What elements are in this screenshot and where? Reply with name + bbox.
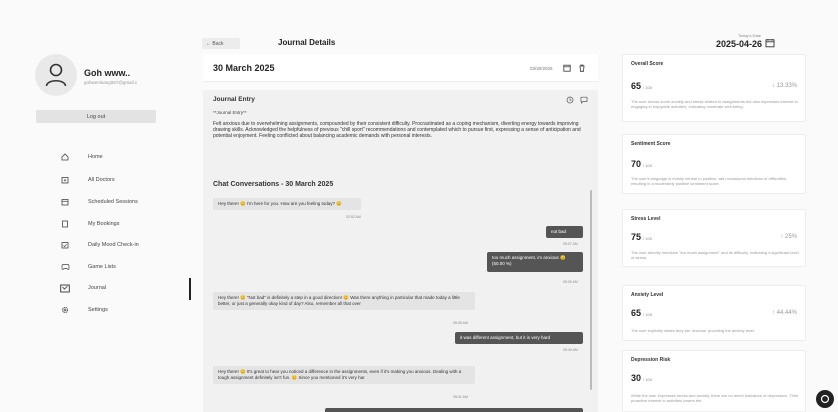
calendar-icon: [765, 39, 775, 48]
chat-message-user: not bad: [546, 226, 583, 238]
chat-title: Chat Conversations - 30 March 2025: [213, 181, 334, 188]
sidebar-item-label: Journal: [88, 285, 107, 291]
history-icon[interactable]: [566, 96, 574, 104]
trash-icon[interactable]: [578, 64, 586, 72]
back-button[interactable]: ← Back: [202, 38, 240, 49]
doctors-icon: [60, 175, 70, 185]
message-time: 05:07 AM: [563, 242, 578, 246]
message-time: 05:39 AM: [453, 321, 468, 325]
user-email: gohwemkang067@gmail.c: [84, 80, 138, 85]
chat-support-button[interactable]: [816, 390, 834, 408]
sidebar-item-all-doctors[interactable]: All Doctors: [60, 173, 180, 187]
bookings-icon: [60, 219, 70, 229]
chat-conversations-card: Chat Conversations - 30 March 2025 Hey t…: [203, 174, 598, 412]
score-title: Stress Level: [631, 216, 661, 222]
gear-icon: [60, 305, 70, 315]
score-description: The user directly mentions "too much ass…: [631, 250, 799, 260]
comment-icon[interactable]: [580, 96, 588, 104]
score-value: 70/ 100: [631, 159, 652, 169]
depression-risk-card: Depression Risk 30/ 100 While the user e…: [622, 350, 806, 412]
score-description: The user shows some anxiety and stress r…: [631, 99, 798, 109]
score-description: The user's language is mostly neutral to…: [631, 176, 788, 186]
score-title: Anxiety Level: [631, 292, 664, 298]
score-change: ↑ 25%: [780, 234, 797, 240]
chat-scrollbar[interactable]: [590, 190, 592, 390]
chat-message-user: [325, 408, 583, 412]
stress-level-card: Stress Level 75/ 100 ↑ 25% The user dire…: [622, 209, 806, 267]
message-time: 05:40 AM: [563, 348, 578, 352]
overall-score-card: Overall Score 65/ 100 ↓ 13.33% The user …: [622, 54, 806, 122]
sidebar-item-daily-mood-check-in[interactable]: Daily Mood Check-in: [60, 238, 180, 252]
sidebar-item-label: Daily Mood Check-in: [88, 242, 139, 248]
sidebar-item-label: Game Lists: [88, 264, 116, 270]
score-title: Depression Risk: [631, 357, 671, 363]
anxiety-level-card: Anxiety Level 65/ 100 ↑ 44.44% The user …: [622, 285, 806, 341]
today-date-label: Today's Date: [738, 33, 761, 38]
calendar-button[interactable]: [764, 36, 776, 48]
score-title: Sentiment Score: [631, 141, 671, 147]
main-content: 30 March 2025 03/30/2025 Journal Entry *…: [203, 54, 598, 412]
sidebar-item-settings[interactable]: Settings: [60, 303, 180, 317]
chat-message-user: it was different assignment, but it is v…: [455, 332, 583, 344]
user-name: Goh www..: [84, 68, 131, 78]
score-value: 30/ 100: [631, 373, 652, 383]
sidebar-item-home[interactable]: Home: [60, 150, 180, 164]
sidebar-item-label: Settings: [88, 307, 108, 313]
chat-message-bot: Hey there! 😊 I'm here for you. How are y…: [213, 198, 361, 210]
journal-entry-title: Journal Entry: [213, 96, 255, 103]
mood-icon: [60, 240, 70, 250]
entry-date-title: 30 March 2025: [213, 63, 275, 73]
score-value: 75/ 100: [631, 232, 652, 242]
sentiment-score-card: Sentiment Score 70/ 100 The user's langu…: [622, 134, 806, 194]
entry-header: 30 March 2025 03/30/2025: [203, 54, 598, 82]
chat-message-bot: Hey there! 😊 It's great to hear you noti…: [213, 366, 475, 384]
sidebar-item-label: All Doctors: [88, 177, 115, 183]
score-panel: Overall Score 65/ 100 ↓ 13.33% The user …: [622, 54, 806, 412]
user-icon: [45, 63, 67, 87]
journal-icon: [60, 283, 70, 293]
sidebar-item-my-bookings[interactable]: My Bookings: [60, 217, 180, 231]
page-title: Journal Details: [278, 38, 336, 47]
entry-date-short: 03/30/2025: [530, 66, 553, 71]
message-time: 05:41 AM: [453, 395, 468, 399]
chat-message-bot: Hey there! 😊 "Not bad" is definitely a s…: [213, 292, 475, 310]
score-value: 65/ 100: [631, 81, 652, 91]
today-date-value: 2025-04-26: [716, 39, 763, 49]
active-indicator: [189, 278, 191, 300]
score-description: While the user expresses stress and anxi…: [631, 393, 799, 403]
score-change: ↓ 13.33%: [771, 83, 797, 89]
sidebar-item-journal[interactable]: Journal: [60, 281, 180, 295]
calendar-icon: [60, 197, 70, 207]
journal-entry-heading: **Journal Entry**: [213, 110, 247, 115]
score-title: Overall Score: [631, 61, 664, 67]
home-icon: [60, 152, 70, 162]
score-description: The user explicitly states they are 'anx…: [631, 328, 756, 333]
sidebar: Goh www.. gohwemkang067@gmail.c Log out …: [0, 0, 191, 412]
message-time: 05:39 AM: [563, 280, 578, 284]
chat-message-user: too much assignment, im anxious 😟 (50.00…: [487, 252, 583, 272]
chat-bubble-icon: [820, 394, 830, 404]
gamepad-icon: [60, 262, 70, 272]
score-change: ↑ 44.44%: [771, 310, 797, 316]
avatar: [35, 54, 77, 96]
calendar-icon[interactable]: [563, 64, 571, 72]
sidebar-item-game-lists[interactable]: Game Lists: [60, 260, 180, 274]
sidebar-item-scheduled-sessions[interactable]: Scheduled Sessions: [60, 195, 180, 209]
sidebar-item-label: Home: [88, 154, 103, 160]
score-value: 65/ 100: [631, 308, 652, 318]
message-time: 02:52 AM: [346, 215, 361, 219]
journal-entry-text: Felt anxious due to overwhelming assignm…: [213, 121, 581, 139]
logout-button[interactable]: Log out: [36, 110, 156, 123]
sidebar-item-label: Scheduled Sessions: [88, 199, 138, 205]
sidebar-item-label: My Bookings: [88, 221, 120, 227]
